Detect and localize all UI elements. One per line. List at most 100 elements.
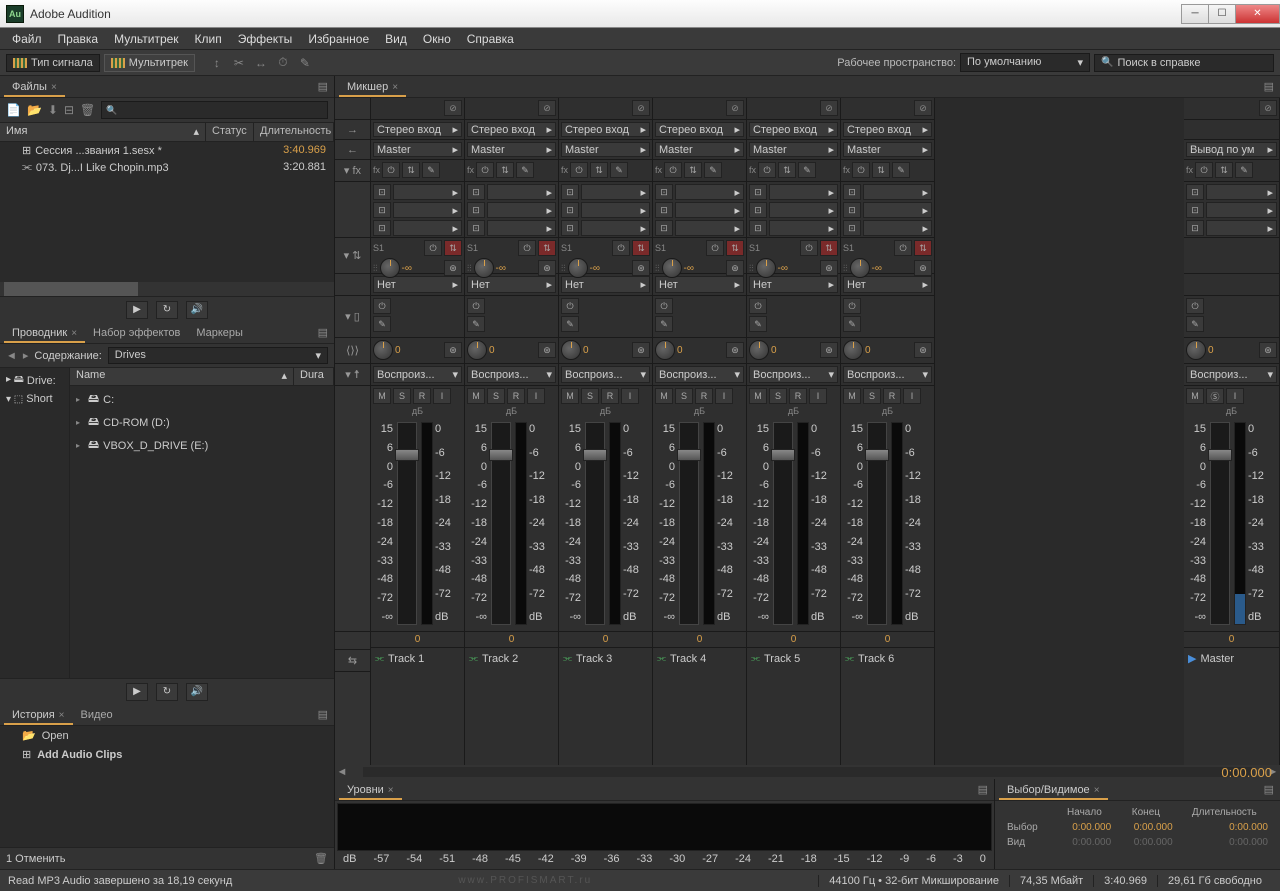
output-dropdown[interactable]: Master▸ [561,142,650,157]
tab-browser[interactable]: Проводник× [4,324,85,342]
minimize-button[interactable]: ─ [1181,4,1209,24]
menu-Правка[interactable]: Правка [50,29,107,49]
tab-video[interactable]: Видео [73,706,121,724]
output-dropdown[interactable]: Master▸ [655,142,744,157]
files-scrollbar[interactable] [0,282,334,296]
visibility-toggle[interactable]: ⊘ [820,100,838,116]
output-dropdown[interactable]: Master▸ [749,142,838,157]
back-icon[interactable]: ◄ [6,350,17,362]
output-dropdown[interactable]: Вывод по ум▸ [1186,142,1277,157]
mute-button[interactable]: M [749,388,767,404]
shortcut-shortcuts[interactable]: ▾ ⬚ Short [2,391,67,407]
pan-knob[interactable] [843,340,863,360]
drive-node[interactable]: 🖴CD-ROM (D:) [72,411,332,434]
pan-knob[interactable] [749,340,769,360]
volume-fader[interactable] [397,422,417,625]
pan-knob[interactable] [373,340,393,360]
send-knob[interactable] [474,258,494,278]
visibility-toggle[interactable]: ⊘ [538,100,556,116]
mute-button[interactable]: M [843,388,861,404]
close-file-icon[interactable]: ⊟ [64,103,74,117]
monitor-dropdown[interactable]: Воспроиз...▾ [843,366,932,383]
fx-pre-button[interactable]: ⇅ [684,162,702,178]
tab-selection[interactable]: Выбор/Видимое× [999,781,1108,799]
tab-effects-rack[interactable]: Набор эффектов [85,324,188,342]
col-name[interactable]: Имя▴ [0,123,206,141]
panel-menu-icon[interactable]: ▤ [978,783,988,796]
mono-button[interactable]: ⊛ [1259,342,1277,358]
fx-slot[interactable]: ▸ [581,184,650,200]
pan-knob[interactable] [1186,340,1206,360]
fx-edit-button[interactable]: ✎ [1235,162,1253,178]
fx-power-button[interactable]: ⏻ [570,162,588,178]
fx-power-button[interactable]: ⏻ [476,162,494,178]
pan-knob[interactable] [467,340,487,360]
clear-history-icon[interactable]: 🗑 [314,852,328,865]
play-button[interactable]: ▶ [126,683,148,701]
input-dropdown[interactable]: Стерео вход▸ [561,122,650,137]
fx-power-button[interactable]: ⏻ [758,162,776,178]
monitor-dropdown[interactable]: Воспроиз...▾ [467,366,556,383]
drive-node[interactable]: 🖴VBOX_D_DRIVE (E:) [72,434,332,457]
import-icon[interactable]: ⬇ [48,103,58,117]
tab-files[interactable]: Файлы× [4,78,65,96]
track-name[interactable]: ⫘Track 2 [465,647,558,669]
fx-slot[interactable]: ▸ [675,184,744,200]
files-search-input[interactable] [101,101,328,119]
brush-tool-icon[interactable]: ✎ [297,55,313,71]
drive-node[interactable]: 🖴C: [72,388,332,411]
send-power-button[interactable]: ⏻ [706,240,724,256]
fx-power-button[interactable]: ⏻ [382,162,400,178]
fx-pre-button[interactable]: ⇅ [590,162,608,178]
send-dest-dropdown[interactable]: Нет▸ [749,276,838,293]
mono-button[interactable]: ⊛ [726,342,744,358]
eq-power-button[interactable]: ⏻ [1186,298,1204,314]
tab-mixer[interactable]: Микшер× [339,78,406,96]
track-name[interactable]: ⫘Track 4 [653,647,746,669]
tab-levels[interactable]: Уровни× [339,781,402,799]
volume-fader[interactable] [1210,422,1230,625]
send-power-button[interactable]: ⏻ [800,240,818,256]
send-dest-dropdown[interactable]: Нет▸ [843,276,932,293]
eq-power-button[interactable]: ⏻ [467,298,485,314]
fx-pre-button[interactable]: ⇅ [872,162,890,178]
fx-edit-button[interactable]: ✎ [516,162,534,178]
menu-Клип[interactable]: Клип [187,29,230,49]
solo-button[interactable]: S [863,388,881,404]
menu-Справка[interactable]: Справка [459,29,522,49]
maximize-button[interactable]: ☐ [1208,4,1236,24]
send-pre-button[interactable]: ⇅ [726,240,744,256]
row-toggle-3[interactable]: ▾ fx [335,160,370,182]
help-search-input[interactable]: Поиск в справке [1094,54,1274,72]
send-power-button[interactable]: ⏻ [612,240,630,256]
mute-button[interactable]: M [1186,388,1204,404]
volume-fader[interactable] [867,422,887,625]
output-dropdown[interactable]: Master▸ [373,142,462,157]
eq-edit-button[interactable]: ✎ [373,316,391,332]
input-dropdown[interactable]: Стерео вход▸ [749,122,838,137]
record-button[interactable]: R [695,388,713,404]
open-file-icon[interactable]: 📂 [27,103,42,117]
monitor-dropdown[interactable]: Воспроиз...▾ [1186,366,1277,383]
solo-button[interactable]: Ⓢ [1206,388,1224,404]
record-button[interactable]: R [507,388,525,404]
record-button[interactable]: R [601,388,619,404]
mute-button[interactable]: M [373,388,391,404]
row-toggle-1[interactable]: → [335,120,370,140]
pan-knob[interactable] [655,340,675,360]
loop-button[interactable]: ↻ [156,683,178,701]
eq-power-button[interactable]: ⏻ [749,298,767,314]
visibility-toggle[interactable]: ⊘ [632,100,650,116]
panel-menu-icon[interactable]: ▤ [1264,80,1274,93]
send-pre-button[interactable]: ⇅ [538,240,556,256]
file-row[interactable]: ⊞Сессия ...звания 1.sesx *3:40.969 [0,142,334,159]
auto-play-button[interactable]: 🔊 [186,683,208,701]
row-toggle-9[interactable]: ▾ ☨ [335,364,370,386]
track-name[interactable]: ⫘Track 5 [747,647,840,669]
input-dropdown[interactable]: Стерео вход▸ [843,122,932,137]
visibility-toggle[interactable]: ⊘ [914,100,932,116]
col-duration[interactable]: Длительность [254,123,334,141]
fx-edit-button[interactable]: ✎ [798,162,816,178]
eq-power-button[interactable]: ⏻ [561,298,579,314]
menu-Избранное[interactable]: Избранное [300,29,377,49]
